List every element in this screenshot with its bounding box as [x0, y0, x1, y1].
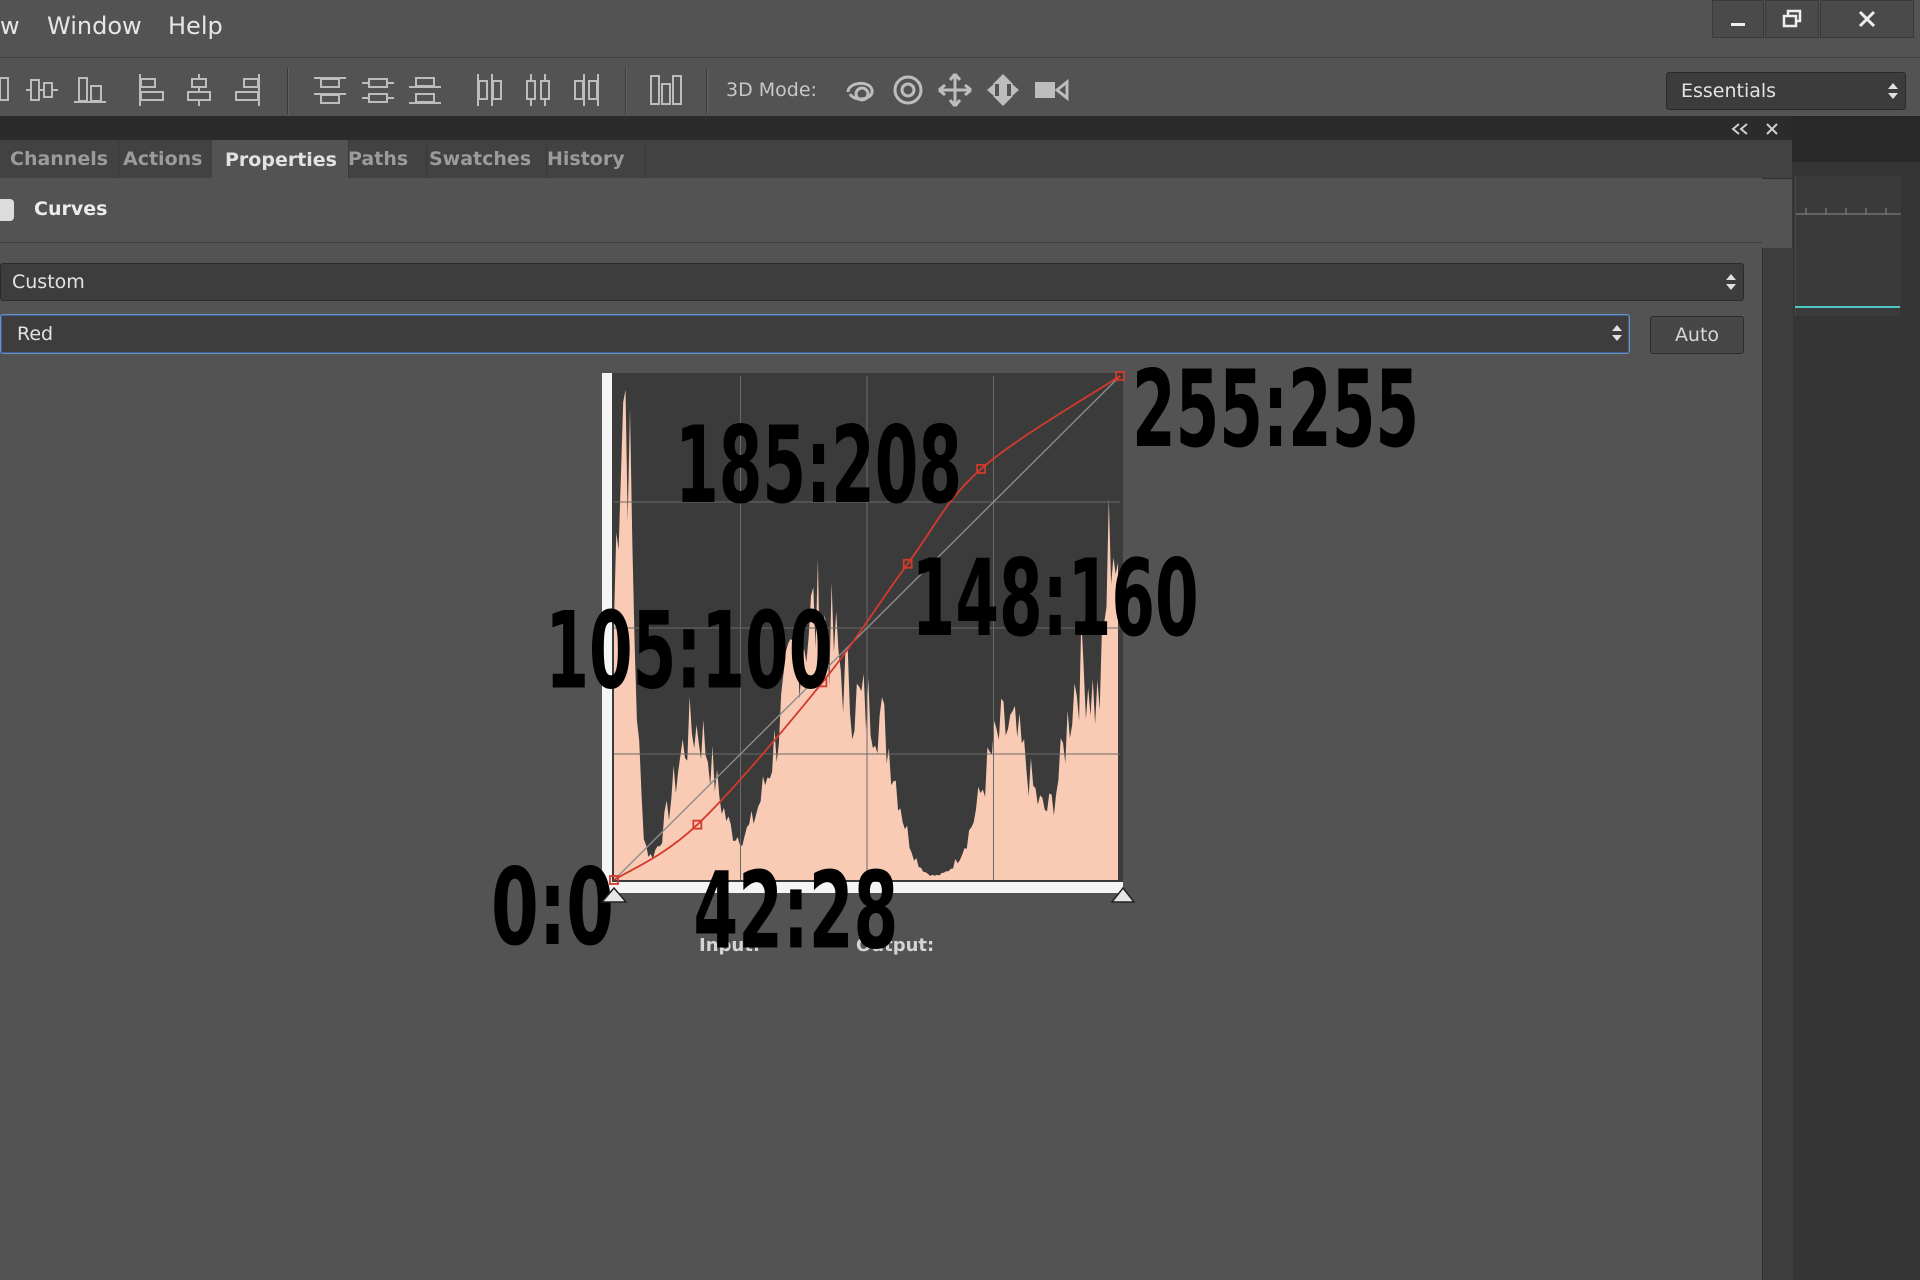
- dock-guide-line: [1795, 306, 1900, 308]
- input-label: Input:: [699, 935, 761, 956]
- updown-arrows-icon: [1612, 325, 1622, 341]
- tab-properties[interactable]: Properties: [212, 140, 349, 179]
- tab-paths[interactable]: Paths: [336, 140, 427, 178]
- auto-align-layers-icon[interactable]: [645, 70, 685, 110]
- 3d-drag-icon[interactable]: [935, 70, 975, 110]
- distribute-left-edges-icon[interactable]: [469, 70, 509, 110]
- tab-actions[interactable]: Actions: [109, 140, 226, 178]
- distribute-top-edges-icon[interactable]: [310, 70, 350, 110]
- preset-select[interactable]: Custom: [0, 263, 1744, 301]
- 3d-rotate-icon[interactable]: [840, 70, 880, 110]
- toolbar-separator: [625, 68, 627, 114]
- adjustment-layer-icon: [0, 199, 14, 221]
- tab-swatches[interactable]: Swatches: [415, 140, 547, 178]
- curves-header: [0, 178, 1762, 243]
- collapse-panel-icon[interactable]: [1730, 122, 1752, 136]
- close-panel-icon[interactable]: [1764, 121, 1780, 137]
- toolbar-separator: [287, 68, 289, 114]
- menu-help[interactable]: Help: [168, 12, 223, 40]
- ruler-ticks: [1796, 208, 1901, 215]
- options-toolbar: 3D Mode:: [0, 57, 1920, 124]
- tab-label: Paths: [348, 148, 409, 170]
- channel-select[interactable]: Red: [0, 314, 1630, 354]
- tab-label: Channels: [10, 148, 109, 170]
- output-label: Output:: [856, 935, 935, 956]
- align-left-edges-icon[interactable]: [132, 70, 172, 110]
- 3d-mode-label: 3D Mode:: [726, 79, 817, 101]
- updown-arrows-icon: [1726, 274, 1736, 290]
- preset-select-label: Custom: [12, 271, 85, 293]
- tab-label: Properties: [225, 148, 337, 171]
- photoshop-window: w Window Help 3D Mode: Essentials Channe…: [0, 0, 1920, 1280]
- tab-label: History: [547, 148, 625, 170]
- 3d-slide-icon[interactable]: [983, 70, 1023, 110]
- align-vertical-centers-icon[interactable]: [22, 70, 62, 110]
- menu-view[interactable]: w: [0, 12, 20, 40]
- menu-bar: w Window Help: [0, 0, 1920, 56]
- dock-ruler: [1795, 176, 1901, 316]
- updown-arrows-icon: [1888, 83, 1898, 99]
- panel-title-strip: [0, 116, 1792, 140]
- workspace-select[interactable]: Essentials: [1666, 72, 1906, 110]
- restore-button[interactable]: [1765, 0, 1819, 38]
- toolbar-separator: [706, 68, 708, 114]
- tab-label: Swatches: [429, 148, 532, 170]
- right-dock: [1792, 116, 1920, 1280]
- 3d-roll-icon[interactable]: [888, 70, 928, 110]
- panel-title: Curves: [34, 198, 108, 220]
- panel-scrollbar[interactable]: [1762, 248, 1793, 1280]
- minimize-icon: [1731, 23, 1745, 26]
- distribute-right-edges-icon[interactable]: [565, 70, 605, 110]
- tab-label: Actions: [123, 148, 203, 170]
- close-window-button[interactable]: [1820, 0, 1914, 38]
- distribute-bottom-edges-icon[interactable]: [405, 70, 445, 110]
- auto-button[interactable]: Auto: [1650, 316, 1744, 354]
- tab-channels[interactable]: Channels: [0, 140, 119, 178]
- minimize-button[interactable]: [1712, 0, 1764, 38]
- panel-tabs: Channels Actions Properties Paths Swatch…: [0, 140, 1792, 306]
- align-bottom-edges-icon[interactable]: [70, 70, 110, 110]
- workspace-select-label: Essentials: [1681, 80, 1777, 102]
- align-horizontal-centers-icon[interactable]: [179, 70, 219, 110]
- auto-button-label: Auto: [1674, 324, 1720, 346]
- align-right-edges-icon[interactable]: [227, 70, 267, 110]
- close-icon: [1858, 10, 1876, 28]
- distribute-horizontal-centers-icon[interactable]: [517, 70, 557, 110]
- menu-window[interactable]: Window: [47, 12, 142, 40]
- distribute-vertical-centers-icon[interactable]: [358, 70, 398, 110]
- channel-select-label: Red: [17, 323, 54, 345]
- restore-icon: [1782, 9, 1802, 28]
- dock-header: [1792, 116, 1920, 162]
- tab-history[interactable]: History: [533, 140, 646, 178]
- 3d-scale-camera-icon[interactable]: [1031, 70, 1071, 110]
